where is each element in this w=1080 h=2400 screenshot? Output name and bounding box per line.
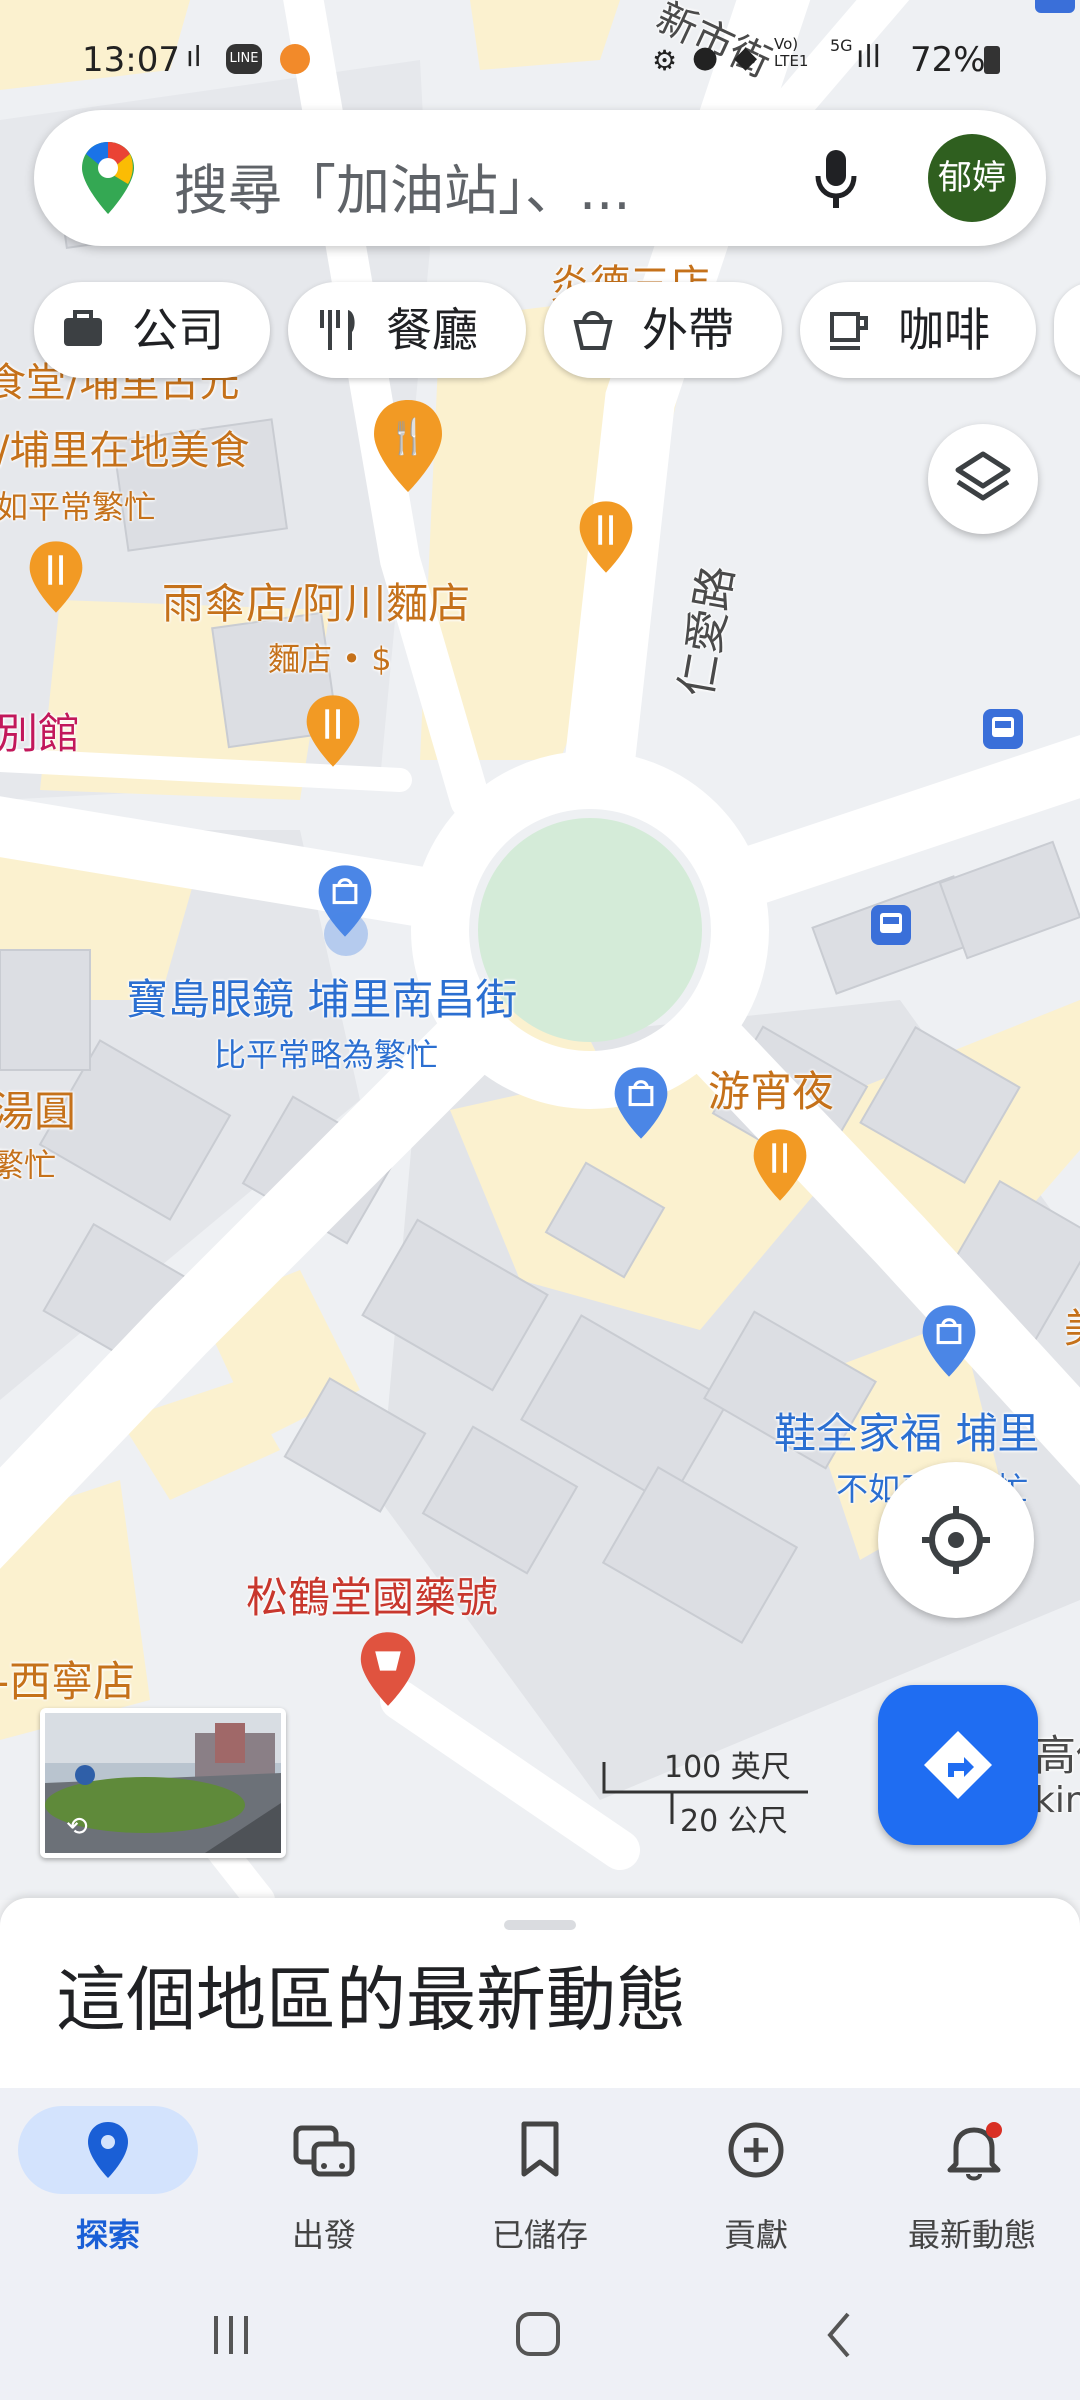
recent-apps-icon[interactable] <box>206 2310 256 2360</box>
signal-strength-icon: ıll <box>856 40 882 75</box>
nav-updates[interactable]: 最新動態 <box>864 2098 1080 2268</box>
restaurant-pin-icon[interactable] <box>575 496 637 578</box>
bus-stop-icon[interactable] <box>870 904 912 946</box>
avatar[interactable]: 郁婷 <box>928 134 1016 222</box>
nav-label: 貢獻 <box>723 2216 788 2254</box>
sheet-drag-handle[interactable] <box>504 1920 576 1930</box>
sheet-title: 這個地區的最新動態 <box>56 1959 686 2041</box>
nav-contribute[interactable]: 貢獻 <box>648 2098 864 2268</box>
chip-coffee[interactable]: 咖啡 <box>800 282 1036 378</box>
battery-percent: 72% <box>910 40 986 80</box>
coffee-icon <box>826 282 872 410</box>
poi-label-right-partial3: 美 <box>1064 1296 1080 1354</box>
location-dot <box>324 912 368 956</box>
chat-icon: ● <box>692 40 719 75</box>
notification-orange-icon <box>280 44 310 74</box>
commute-icon <box>293 2125 355 2177</box>
briefcase-icon <box>60 282 106 410</box>
location-status-icon: ◆ <box>734 40 758 75</box>
chip-label: 餐廳 <box>386 303 478 357</box>
poi-label-right-partial1: 高俱 <box>1034 1731 1080 1780</box>
status-bar: 13:07 ıl LINE ⚙ ● ◆ Vo) LTE1 5G ıll 72% <box>0 30 1080 90</box>
bookmark-icon <box>521 2121 559 2177</box>
pharmacy-pin-icon[interactable] <box>356 1626 420 1712</box>
poi-label-yuan[interactable]: 湯圓 <box>0 1078 76 1139</box>
bus-stop-icon[interactable] <box>1034 0 1076 14</box>
search-bar[interactable]: 搜尋「加油站」、... 郁婷 <box>34 110 1046 246</box>
scale-bar: 100 英尺 20 公尺 <box>600 1740 812 1839</box>
nav-label: 最新動態 <box>907 2216 1036 2254</box>
restaurant-icon <box>314 282 360 410</box>
sync-icon: ⚙ <box>652 44 678 77</box>
shopping-pin-icon[interactable] <box>918 1300 980 1382</box>
chip-label: 外帶 <box>642 303 734 357</box>
chip-takeout[interactable]: 外帶 <box>544 282 782 378</box>
poi-label-xining[interactable]: -西寧店 <box>0 1648 135 1709</box>
nav-commute[interactable]: 出發 <box>216 2098 432 2268</box>
poi-label-pharmacy[interactable]: 松鶴堂國藥號 <box>246 1564 498 1625</box>
scale-feet: 100 英尺 <box>664 1750 791 1785</box>
poi-label-glasses-sub: 比平常略為繁忙 <box>214 1036 439 1074</box>
poi-label-youxiaoye[interactable]: 游宵夜 <box>708 1058 834 1119</box>
poi-label-local-food: /埔里在地美食 <box>0 428 250 474</box>
status-time: 13:07 <box>82 40 180 80</box>
nav-label: 已儲存 <box>491 2216 588 2254</box>
search-input[interactable]: 搜尋「加油站」、... <box>174 146 631 225</box>
restaurant-pin-icon[interactable] <box>25 536 87 618</box>
poi-label-bieguan[interactable]: 別館 <box>0 700 80 761</box>
chip-label: 咖啡 <box>898 303 990 357</box>
chip-restaurant[interactable]: 餐廳 <box>288 282 526 378</box>
bell-icon <box>947 2122 1002 2181</box>
takeout-icon <box>570 282 616 410</box>
restaurant-pin-icon[interactable]: 🍴 <box>368 396 448 496</box>
poi-label-yuan-sub: 繁忙 <box>0 1146 57 1184</box>
battery-icon <box>984 46 1000 74</box>
network-label: Vo) LTE1 <box>774 35 809 70</box>
nav-label: 出發 <box>291 2216 356 2254</box>
restaurant-pin-icon[interactable] <box>749 1124 811 1206</box>
nav-label: 探索 <box>75 2216 140 2254</box>
nav-explore[interactable]: 探索 <box>0 2098 216 2268</box>
back-icon[interactable] <box>820 2310 860 2360</box>
poi-label-umbrella[interactable]: 雨傘店/阿川麵店 <box>162 570 470 631</box>
svg-text:🍴: 🍴 <box>387 417 429 457</box>
nav-saved[interactable]: 已儲存 <box>432 2098 648 2268</box>
poi-label-umbrella-sub: 麵店 • $ <box>268 640 392 678</box>
my-location-button[interactable] <box>878 1462 1034 1618</box>
google-maps-logo-icon <box>82 142 134 214</box>
directions-icon <box>924 1731 992 1799</box>
layers-icon <box>955 451 1011 501</box>
system-navigation-bar <box>0 2268 1080 2400</box>
scale-meters: 20 公尺 <box>680 1804 788 1839</box>
bottom-navigation: 探索 出發 已儲存 貢獻 最新動態 <box>0 2088 1080 2268</box>
poi-label-glasses[interactable]: 寶島眼鏡 埔里南昌街 <box>126 966 517 1027</box>
microphone-icon[interactable] <box>812 148 860 210</box>
street-view-rotate-icon: ⟲ <box>66 1812 88 1842</box>
poi-label-shoes[interactable]: 鞋全家福 埔里 <box>774 1400 1039 1461</box>
layers-button[interactable] <box>928 424 1038 534</box>
poi-label-right-partial2: king <box>1034 1780 1080 1821</box>
street-view-thumbnail[interactable]: ⟲ <box>40 1708 286 1858</box>
restaurant-pin-icon[interactable] <box>302 690 364 772</box>
add-circle-icon <box>728 2122 784 2178</box>
signal-5g-label: 5G <box>830 36 853 55</box>
explore-pin-icon <box>88 2122 128 2178</box>
poi-label-busy1: 如平常繁忙 <box>0 488 157 526</box>
bottom-sheet[interactable]: 這個地區的最新動態 <box>0 1898 1080 2088</box>
signal-bars-icon: ıl <box>186 40 202 73</box>
directions-button[interactable] <box>878 1685 1038 1845</box>
chip-label: 公司 <box>132 303 224 357</box>
shopping-pin-icon[interactable] <box>610 1062 672 1144</box>
bus-stop-icon[interactable] <box>982 708 1024 750</box>
line-app-icon: LINE <box>226 44 262 74</box>
crosshair-icon <box>922 1506 990 1574</box>
home-icon[interactable] <box>512 2310 566 2360</box>
chip-company[interactable]: 公司 <box>34 282 270 378</box>
